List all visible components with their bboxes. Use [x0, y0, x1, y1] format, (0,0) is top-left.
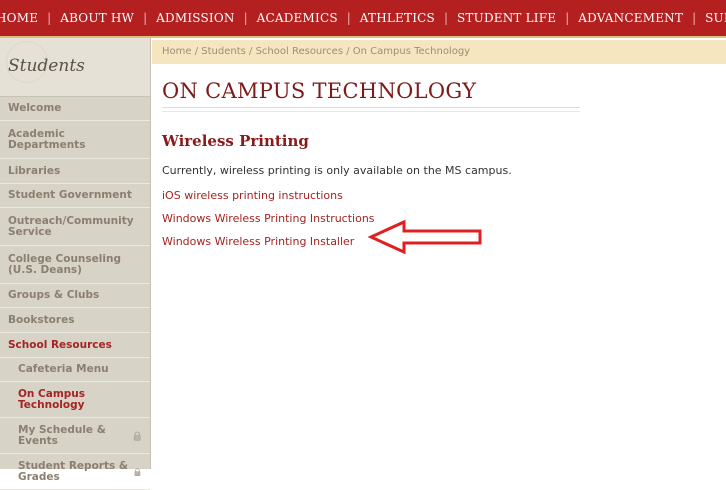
- sidebar-item-my-schedule[interactable]: My Schedule & Events: [0, 418, 150, 454]
- sidebar-header: Students: [0, 38, 150, 97]
- sidebar-item-label: Cafeteria Menu: [18, 363, 109, 375]
- nav-advancement[interactable]: ADVANCEMENT: [578, 11, 683, 25]
- nav-admission[interactable]: ADMISSION: [156, 11, 234, 25]
- section-title: Wireless Printing: [162, 132, 309, 150]
- sidebar-item-label: On Campus Technology: [18, 387, 86, 411]
- nav-separator: |: [443, 11, 448, 25]
- sidebar-item-label: Welcome: [8, 102, 62, 114]
- breadcrumb-current: On Campus Technology: [352, 46, 471, 57]
- sidebar-item-label: My Schedule & Events: [18, 423, 106, 447]
- nav-athletics[interactable]: ATHLETICS: [360, 11, 435, 25]
- lock-icon: [134, 467, 141, 476]
- sidebar-item-groups-clubs[interactable]: Groups & Clubs: [0, 284, 150, 308]
- title-divider: [162, 107, 580, 112]
- sidebar-item-label: Academic Departments: [8, 127, 86, 151]
- sidebar-item-label: Student Government: [8, 189, 132, 201]
- breadcrumb-school-resources[interactable]: School Resources: [256, 46, 343, 57]
- top-navigation: HOME | ABOUT HW | ADMISSION | ACADEMICS …: [0, 0, 726, 38]
- sidebar-item-label: Student Reports & Grades: [18, 459, 129, 483]
- sidebar-title: Students: [8, 56, 85, 76]
- sidebar-item-student-reports[interactable]: Student Reports & Grades: [0, 454, 150, 490]
- sidebar-item-outreach[interactable]: Outreach/Community Service: [0, 208, 150, 246]
- arrow-left-icon: [368, 219, 482, 255]
- nav-separator: |: [346, 11, 351, 25]
- sidebar-item-cafeteria-menu[interactable]: Cafeteria Menu: [0, 358, 150, 382]
- nav-about[interactable]: ABOUT HW: [60, 11, 134, 25]
- sidebar-item-label: Outreach/Community Service: [8, 214, 134, 238]
- sidebar-item-label: Bookstores: [8, 313, 75, 326]
- breadcrumb-separator: /: [191, 46, 202, 57]
- nav-home[interactable]: HOME: [0, 11, 38, 25]
- sidebar-item-school-resources[interactable]: School Resources: [0, 333, 150, 358]
- sidebar-item-bookstores[interactable]: Bookstores: [0, 308, 150, 333]
- sidebar-item-on-campus-technology[interactable]: On Campus Technology: [0, 382, 150, 418]
- nav-academics[interactable]: ACADEMICS: [257, 11, 338, 25]
- intro-text: Currently, wireless printing is only ava…: [162, 164, 512, 177]
- nav-separator: |: [565, 11, 570, 25]
- sidebar-item-welcome[interactable]: Welcome: [0, 97, 150, 121]
- breadcrumb: Home / Students / School Resources / On …: [152, 40, 726, 64]
- sidebar-item-label: School Resources: [8, 338, 112, 351]
- page-title: ON CAMPUS TECHNOLOGY: [162, 79, 477, 103]
- nav-student-life[interactable]: STUDENT LIFE: [457, 11, 556, 25]
- sidebar-item-label: Libraries: [8, 164, 61, 177]
- nav-summer[interactable]: SUMMER: [705, 11, 726, 25]
- sidebar: Students Welcome Academic Departments Li…: [0, 38, 151, 490]
- breadcrumb-separator: /: [343, 46, 353, 57]
- breadcrumb-separator: /: [245, 46, 256, 57]
- ios-printing-instructions-link[interactable]: iOS wireless printing instructions: [162, 189, 722, 202]
- nav-separator: |: [692, 11, 697, 25]
- lock-icon: [133, 431, 141, 441]
- sidebar-item-student-government[interactable]: Student Government: [0, 184, 150, 208]
- breadcrumb-students[interactable]: Students: [201, 46, 246, 57]
- sidebar-item-libraries[interactable]: Libraries: [0, 159, 150, 184]
- sidebar-item-label: Groups & Clubs: [8, 289, 100, 301]
- sidebar-item-college-counseling[interactable]: College Counseling (U.S. Deans): [0, 246, 150, 284]
- sidebar-item-label: College Counseling (U.S. Deans): [8, 252, 121, 276]
- breadcrumb-home[interactable]: Home: [162, 46, 192, 57]
- nav-separator: |: [143, 11, 148, 25]
- nav-separator: |: [47, 11, 52, 25]
- nav-separator: |: [243, 11, 248, 25]
- sidebar-item-academic-departments[interactable]: Academic Departments: [0, 121, 150, 159]
